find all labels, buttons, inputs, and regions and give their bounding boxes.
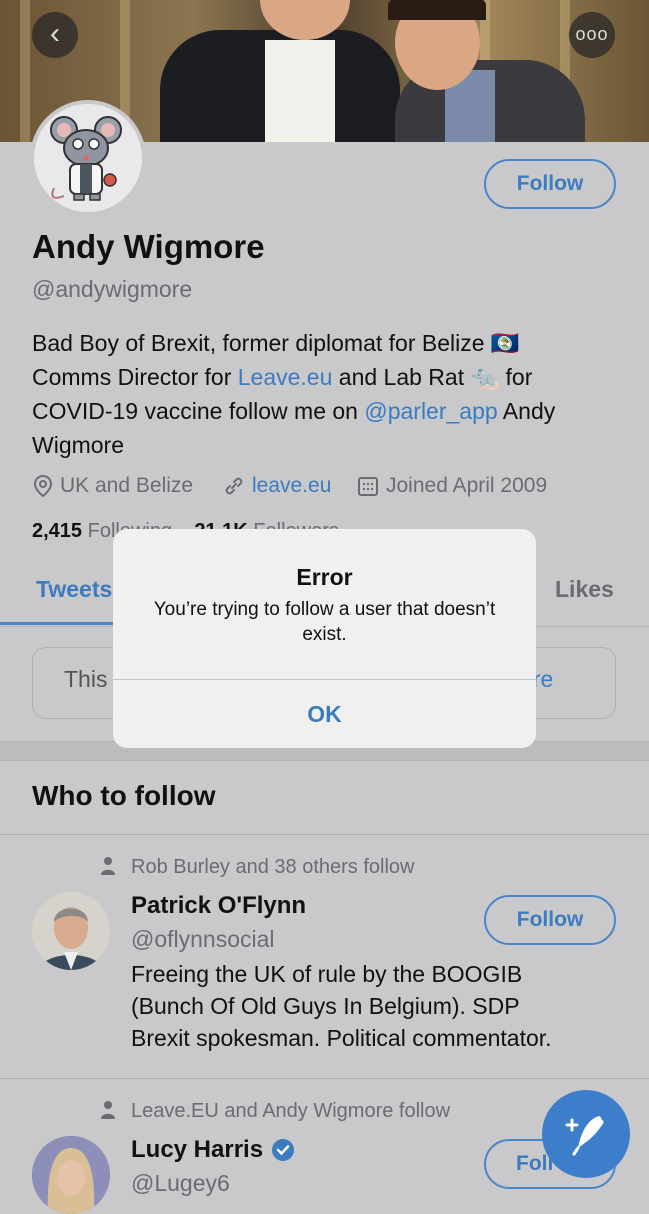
follow-button[interactable]: Follow [484, 159, 616, 209]
chevron-left-icon: ‹ [50, 17, 60, 50]
suggestion-avatar[interactable] [32, 892, 110, 970]
bio-text: Wigmore [32, 432, 125, 458]
profile-handle: @andywigmore [32, 276, 193, 302]
dialog-ok-button[interactable]: OK [113, 680, 536, 748]
social-context-text: Rob Burley and 38 others follow [131, 856, 415, 878]
profile-name: Andy Wigmore [32, 228, 265, 265]
bio-text: Comms Director for [32, 364, 238, 390]
notice-text: This [64, 666, 108, 692]
suggestion-name[interactable]: Patrick O'Flynn [131, 892, 306, 920]
location-text: UK and Belize [60, 474, 194, 497]
compose-feather-icon [565, 1116, 604, 1156]
compose-tweet-button[interactable] [542, 1090, 630, 1178]
follow-button[interactable]: Follow [484, 895, 616, 945]
social-context-text: Leave.EU and Andy Wigmore follow [131, 1100, 451, 1122]
bio-line: (Bunch Of Old Guys In Belgium). SDP [131, 993, 520, 1019]
error-dialog: Error You’re trying to follow a user tha… [113, 529, 536, 748]
profile-avatar[interactable] [30, 100, 146, 216]
who-to-follow-title: Who to follow [32, 780, 216, 811]
social-context-icon [100, 856, 116, 881]
bio-text: COVID-19 vaccine follow me on [32, 398, 365, 424]
verified-badge-icon [272, 1139, 295, 1161]
active-tab-indicator [0, 622, 113, 625]
bio-text: and Lab Rat 🐀 for [332, 364, 533, 390]
location-pin-icon [33, 474, 53, 498]
dialog-title: Error [296, 564, 353, 590]
following-count[interactable]: 2,415 [32, 520, 82, 542]
profile-location: UK and Belize [32, 474, 193, 498]
tab-likes[interactable]: Likes [555, 576, 614, 603]
joined-text: Joined April 2009 [386, 474, 548, 497]
profile-joined: Joined April 2009 [356, 474, 547, 498]
suggestion-name-row[interactable]: Lucy Harris [131, 1136, 295, 1164]
profile-website[interactable]: leave.eu [222, 474, 331, 498]
divider [0, 834, 649, 835]
calendar-icon [358, 477, 378, 496]
suggestion-avatar[interactable] [32, 1136, 110, 1214]
bio-text: Andy [497, 398, 556, 424]
link-icon [225, 477, 243, 495]
tab-tweets[interactable]: Tweets [36, 576, 112, 603]
bio-line: Freeing the UK of rule by the BOOGIB [131, 961, 523, 987]
lucy-harris-avatar-image [32, 1136, 110, 1214]
suggestion-bio: Freeing the UK of rule by the BOOGIB (Bu… [131, 958, 611, 1054]
suggestion-handle: @oflynnsocial [131, 926, 275, 952]
bio-link-leave-eu[interactable]: Leave.eu [238, 364, 333, 390]
lab-rat-avatar-image [34, 104, 142, 212]
divider [0, 1078, 649, 1079]
social-context-icon [100, 1100, 116, 1125]
website-link[interactable]: leave.eu [252, 474, 331, 498]
more-options-button[interactable]: ooo [569, 12, 615, 58]
patrick-oflynn-avatar-image [32, 892, 110, 970]
more-icon: ooo [575, 24, 609, 44]
suggestion-handle: @Lugey6 [131, 1170, 230, 1196]
bio-line: Brexit spokesman. Political commentator. [131, 1025, 552, 1051]
suggestion-name[interactable]: Lucy Harris [131, 1136, 263, 1164]
back-button[interactable]: ‹ [32, 12, 78, 58]
bio-text: Bad Boy of Brexit, former diplomat for B… [32, 330, 520, 356]
bio-link-parler[interactable]: @parler_app [364, 398, 497, 424]
profile-bio: Bad Boy of Brexit, former diplomat for B… [32, 326, 622, 462]
dialog-message: You’re trying to follow a user that does… [153, 599, 496, 645]
